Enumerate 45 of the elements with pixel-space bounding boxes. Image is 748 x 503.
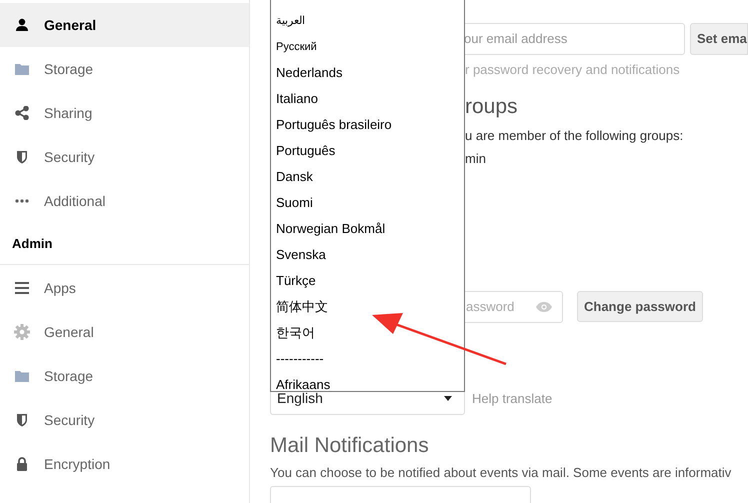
person-icon (15, 18, 29, 32)
dropdown-option[interactable]: ----------- (271, 346, 464, 372)
section-header: Admin (12, 234, 52, 253)
sidebar-item[interactable]: Storage (0, 47, 249, 91)
dropdown-option[interactable]: Italiano (271, 86, 464, 112)
eye-icon[interactable] (536, 302, 552, 312)
section-heading: Mail Notifications (270, 432, 429, 458)
change-password-button[interactable]: Change password (577, 291, 703, 322)
sidebar-item[interactable]: Storage (0, 354, 249, 398)
sidebar-item[interactable]: Encryption (0, 442, 249, 486)
sidebar-item[interactable]: Apps (0, 266, 249, 310)
more-icon (15, 199, 29, 203)
hint-text: r password recovery and notifications (465, 61, 680, 79)
sidebar-item[interactable]: Security (0, 398, 249, 442)
dropdown-option[interactable]: Dansk (271, 164, 464, 190)
placeholder-text: assword (466, 298, 514, 316)
notifications-text: You can choose to be notified about events via mail. Some events are informativ (270, 464, 732, 482)
settings-icon (14, 324, 30, 340)
shield-icon (16, 150, 28, 164)
sidebar-item[interactable]: General (0, 310, 249, 354)
sidebar-item[interactable]: Security (0, 135, 249, 179)
groups-text: u are member of the following groups: (465, 126, 684, 145)
folder-icon (15, 63, 29, 75)
dropdown-option[interactable]: Português (271, 138, 464, 164)
caret-icon (444, 396, 452, 401)
group-name: min (465, 150, 486, 168)
folder-icon (15, 370, 29, 382)
dropdown-option[interactable]: Suomi (271, 190, 464, 216)
sidebar-item[interactable]: Additional (0, 179, 249, 223)
sidebar-item[interactable]: Sharing (0, 91, 249, 135)
input-field[interactable] (270, 486, 531, 503)
dropdown-option[interactable]: Nederlands (271, 60, 464, 86)
dropdown-option[interactable]: Português brasileiro (271, 112, 464, 138)
dropdown-option[interactable]: 简体中文 (271, 294, 464, 320)
lock-icon (16, 457, 28, 471)
dropdown-option[interactable]: Svenska (271, 242, 464, 268)
shield-icon (16, 413, 28, 427)
sidebar-item[interactable]: General (0, 3, 249, 47)
menu-icon (15, 282, 29, 294)
dropdown-option[interactable]: Türkçe (271, 268, 464, 294)
share-icon (15, 106, 29, 120)
section-heading: roups (465, 94, 518, 120)
set-email-button[interactable]: Set ema (690, 23, 748, 55)
dropdown-option[interactable]: Norwegian Bokmål (271, 216, 464, 242)
dropdown-option[interactable]: 한국어 (271, 320, 464, 346)
